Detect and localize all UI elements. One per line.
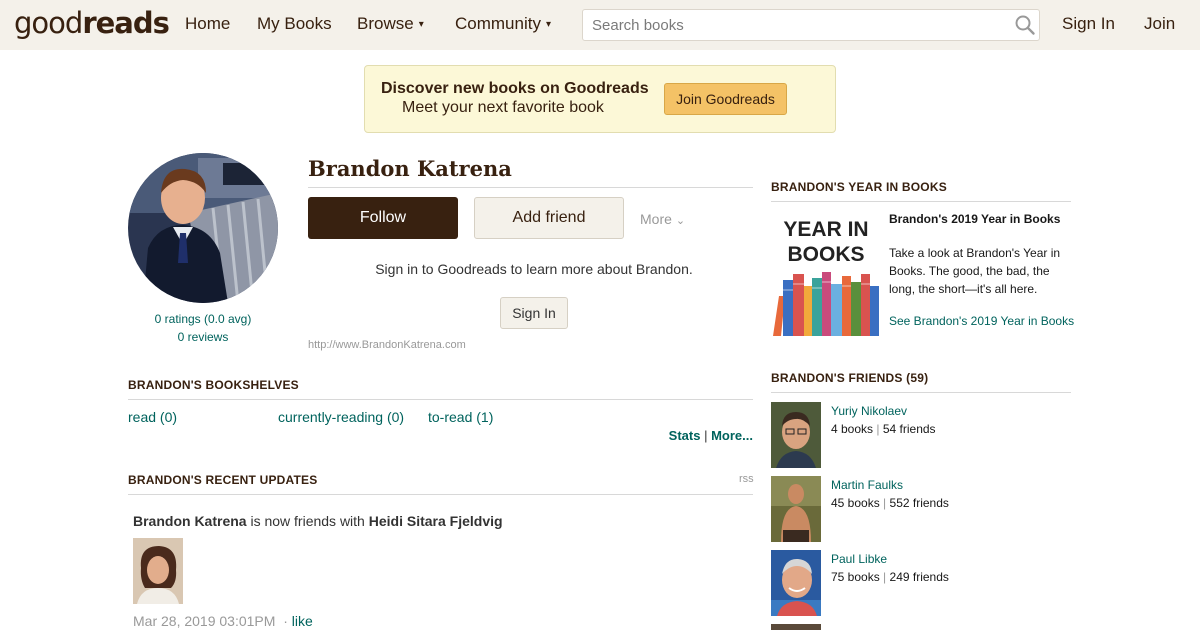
friend-avatar [771, 476, 821, 542]
shelf-read[interactable]: read (0) [128, 409, 177, 425]
separator: | [704, 428, 708, 443]
friend-avatar [771, 550, 821, 616]
friend-name[interactable]: Martin Faulks [831, 478, 903, 492]
year-in-books-title[interactable]: Brandon's 2019 Year in Books [889, 212, 1060, 226]
friend-name[interactable]: Yuriy Nikolaev [831, 404, 907, 418]
shelf-currently-reading[interactable]: currently-reading (0) [278, 409, 404, 425]
year-in-books-image[interactable]: YEAR IN BOOKS [771, 214, 881, 340]
year-in-books-heading: BRANDON'S YEAR IN BOOKS [771, 180, 947, 194]
more-dropdown[interactable]: More ⌄ [640, 211, 685, 227]
year-in-books-link[interactable]: See Brandon's 2019 Year in Books [889, 314, 1074, 328]
update-action: is now friends with [246, 513, 369, 529]
chevron-down-icon: ⌄ [675, 215, 686, 227]
nav-community[interactable]: Community ▾ [455, 14, 551, 34]
stats-link[interactable]: Stats [669, 428, 701, 443]
nav-browse-label: Browse [357, 14, 414, 33]
friend-photo[interactable] [771, 624, 821, 630]
friend-name[interactable]: Paul Libke [831, 552, 887, 566]
separator: | [883, 570, 887, 584]
friend-books: 75 books [831, 570, 880, 584]
friend-friends: 552 friends [889, 496, 949, 510]
friend-avatar [771, 402, 821, 468]
nav-community-label: Community [455, 14, 541, 33]
ratings-link[interactable]: 0 ratings (0.0 avg) [128, 310, 278, 328]
divider [128, 399, 753, 400]
more-label: More [640, 211, 672, 227]
divider [308, 187, 753, 188]
separator: | [883, 496, 887, 510]
nav-my-books[interactable]: My Books [257, 14, 332, 34]
logo-bold-text: reads [82, 6, 170, 40]
friend-books: 4 books [831, 422, 874, 436]
sign-in-link[interactable]: Sign In [1062, 14, 1115, 34]
signin-prompt: Sign in to Goodreads to learn more about… [375, 261, 693, 277]
shelf-to-read[interactable]: to-read (1) [428, 409, 493, 425]
recent-updates-heading: BRANDON'S RECENT UPDATES [128, 473, 318, 487]
separator: | [876, 422, 880, 436]
friend-stats: 4 books | 54 friends [831, 422, 936, 436]
top-nav-bar: goodreads Home My Books Browse ▾ Communit… [0, 0, 1200, 50]
join-goodreads-button[interactable]: Join Goodreads [664, 83, 787, 115]
follow-button[interactable]: Follow [308, 197, 458, 239]
add-friend-button[interactable]: Add friend [474, 197, 624, 239]
ratings-summary: 0 ratings (0.0 avg) 0 reviews [128, 310, 278, 346]
join-link[interactable]: Join [1144, 14, 1175, 34]
friend-stats: 45 books | 552 friends [831, 496, 949, 510]
banner-subtitle: Meet your next favorite book [402, 99, 604, 116]
shelf-links: Stats | More... [600, 428, 753, 443]
yib-image-line2: BOOKS [787, 243, 864, 266]
sign-in-button[interactable]: Sign In [500, 297, 568, 329]
goodreads-logo[interactable]: goodreads [14, 6, 170, 40]
banner-title: Discover new books on Goodreads [381, 80, 649, 97]
update-item: Brandon Katrena is now friends with Heid… [133, 513, 503, 529]
reviews-link[interactable]: 0 reviews [128, 328, 278, 346]
friend-photo[interactable] [771, 402, 821, 468]
update-date[interactable]: Mar 28, 2019 03:01PM [133, 613, 275, 629]
nav-home[interactable]: Home [185, 14, 230, 34]
divider [128, 494, 753, 495]
update-target[interactable]: Heidi Sitara Fjeldvig [369, 513, 503, 529]
logo-light-text: good [14, 6, 83, 40]
profile-photo [128, 153, 278, 303]
divider [771, 392, 1071, 393]
friends-heading: BRANDON'S FRIENDS (59) [771, 371, 929, 385]
caret-down-icon: ▾ [545, 19, 551, 30]
like-link[interactable]: like [292, 613, 313, 629]
friend-friends: 249 friends [889, 570, 949, 584]
update-meta: Mar 28, 2019 03:01PM · like [133, 613, 313, 629]
website-link[interactable]: http://www.BrandonKatrena.com [308, 339, 466, 351]
update-actor[interactable]: Brandon Katrena [133, 513, 247, 529]
friend-stats: 75 books | 249 friends [831, 570, 949, 584]
rss-link[interactable]: rss [739, 473, 754, 485]
profile-avatar[interactable] [128, 153, 278, 303]
search-box [582, 9, 1040, 41]
discover-banner: Discover new books on Goodreads Meet you… [364, 65, 836, 133]
divider [771, 201, 1071, 202]
profile-name: Brandon Katrena [308, 156, 512, 181]
friend-photo [133, 538, 183, 604]
search-icon[interactable] [1014, 14, 1036, 36]
year-in-books-description: Take a look at Brandon's Year in Books. … [889, 246, 1061, 296]
caret-down-icon: ▾ [418, 19, 424, 30]
like-separator: · [283, 613, 288, 629]
more-shelves-link[interactable]: More... [711, 428, 753, 443]
bookshelves-heading: BRANDON'S BOOKSHELVES [128, 378, 299, 392]
friend-photo[interactable] [771, 476, 821, 542]
friend-thumbnail[interactable] [133, 538, 183, 604]
yib-image-line1: YEAR IN [783, 218, 868, 241]
friend-friends: 54 friends [882, 422, 936, 436]
friend-photo[interactable] [771, 550, 821, 616]
search-input[interactable] [583, 10, 1003, 40]
friend-books: 45 books [831, 496, 880, 510]
nav-browse[interactable]: Browse ▾ [357, 14, 424, 34]
